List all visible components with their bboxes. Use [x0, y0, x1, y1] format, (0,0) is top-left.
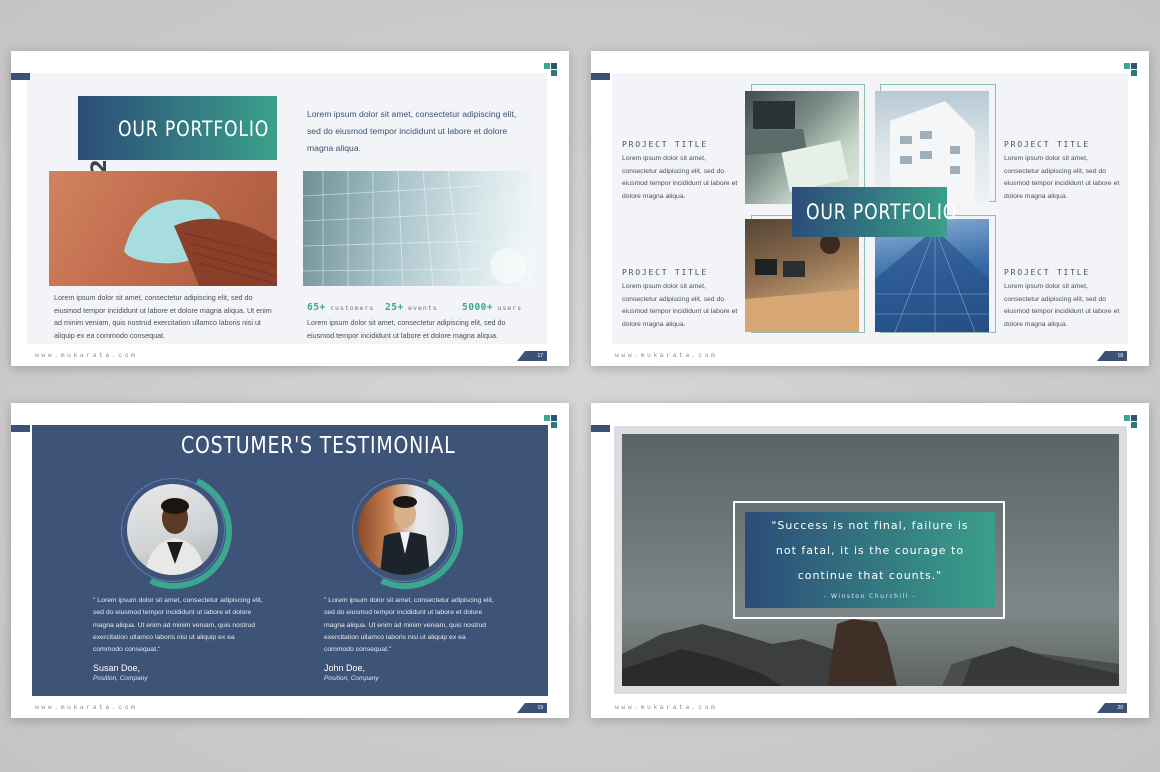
testimonial-name: Susan Doe, [93, 663, 141, 673]
slide-quote[interactable]: "Success is not final, failure is not fa… [591, 403, 1149, 718]
slide-title: COSTUMER'S TESTIMONIAL [181, 433, 456, 459]
logo-icon [544, 63, 557, 76]
avatar-ring [99, 456, 249, 606]
avatar-ring [330, 456, 480, 606]
title-box: OUR PORTFOLIO [792, 187, 956, 237]
avatar [127, 484, 218, 575]
project-title: PROJECT TITLE [1004, 140, 1091, 149]
testimonial-role: Position, Company [324, 675, 379, 682]
project-title: PROJECT TITLE [622, 140, 709, 149]
project-text: Lorem ipsum dolor sit amet, consectetur … [1004, 283, 1120, 328]
testimonial-name: John Doe, [324, 663, 366, 673]
page-number: 18 [1097, 351, 1127, 361]
project-text: Lorem ipsum dolor sit amet, consectetur … [1004, 155, 1120, 200]
slide-title: OUR PORTFOLIO [118, 117, 270, 141]
logo-icon [1124, 415, 1137, 428]
stats-description: Lorem ipsum dolor sit amet, consectetur … [307, 318, 506, 340]
stat-users: 5000+ users [462, 302, 523, 313]
corner-accent [591, 425, 610, 432]
title-box: OUR PORTFOLIO [78, 96, 277, 160]
testimonial-role: Position, Company [93, 675, 148, 682]
corner-accent [591, 73, 610, 80]
slide-portfolio-overview[interactable]: 2020 OUR PORTFOLIO Lorem ipsum dolor sit… [11, 51, 569, 366]
quote-line: continue that counts." [797, 569, 943, 582]
avatar [358, 484, 449, 575]
stat-customers: 65+ customers [307, 302, 375, 313]
portfolio-description: Lorem ipsum dolor sit amet, consectetur … [54, 293, 272, 340]
project-title: PROJECT TITLE [1004, 268, 1091, 277]
corner-accent [11, 425, 30, 432]
page-number: 19 [517, 703, 547, 713]
quote-line: "Success is not final, failure is [771, 519, 969, 532]
testimonial-quote: " Lorem ipsum dolor sit amet, consectetu… [324, 597, 494, 654]
tower-photo [49, 171, 277, 286]
corner-accent [11, 73, 30, 80]
quote-box: "Success is not final, failure is not fa… [745, 512, 995, 608]
quote-line: not fatal, it is the courage to [775, 544, 965, 557]
slide-testimonials[interactable]: COSTUMER'S TESTIMONIAL " Lorem ipsum dol… [11, 403, 569, 718]
project-text: Lorem ipsum dolor sit amet, consectetur … [622, 283, 738, 328]
page-number: 20 [1097, 703, 1127, 713]
page-number: 17 [517, 351, 547, 361]
testimonial-quote: " Lorem ipsum dolor sit amet, consectetu… [93, 597, 263, 654]
footer-url: www.mukarata.com [615, 352, 718, 359]
footer-url: www.mukarata.com [35, 704, 138, 711]
slide-title: OUR PORTFOLIO [806, 200, 958, 224]
stat-events: 25+ events [385, 302, 438, 313]
intro-text: Lorem ipsum dolor sit amet, consectetur … [307, 109, 517, 153]
footer-url: www.mukarata.com [35, 352, 138, 359]
footer-url: www.mukarata.com [615, 704, 718, 711]
quote-author: - Winston Churchill - [823, 593, 916, 600]
glass-building-photo [303, 171, 531, 286]
logo-icon [1124, 63, 1137, 76]
slide-portfolio-projects[interactable]: PROJECT TITLE Lorem ipsum dolor sit amet… [591, 51, 1149, 366]
project-text: Lorem ipsum dolor sit amet, consectetur … [622, 155, 738, 200]
logo-icon [544, 415, 557, 428]
project-title: PROJECT TITLE [622, 268, 709, 277]
